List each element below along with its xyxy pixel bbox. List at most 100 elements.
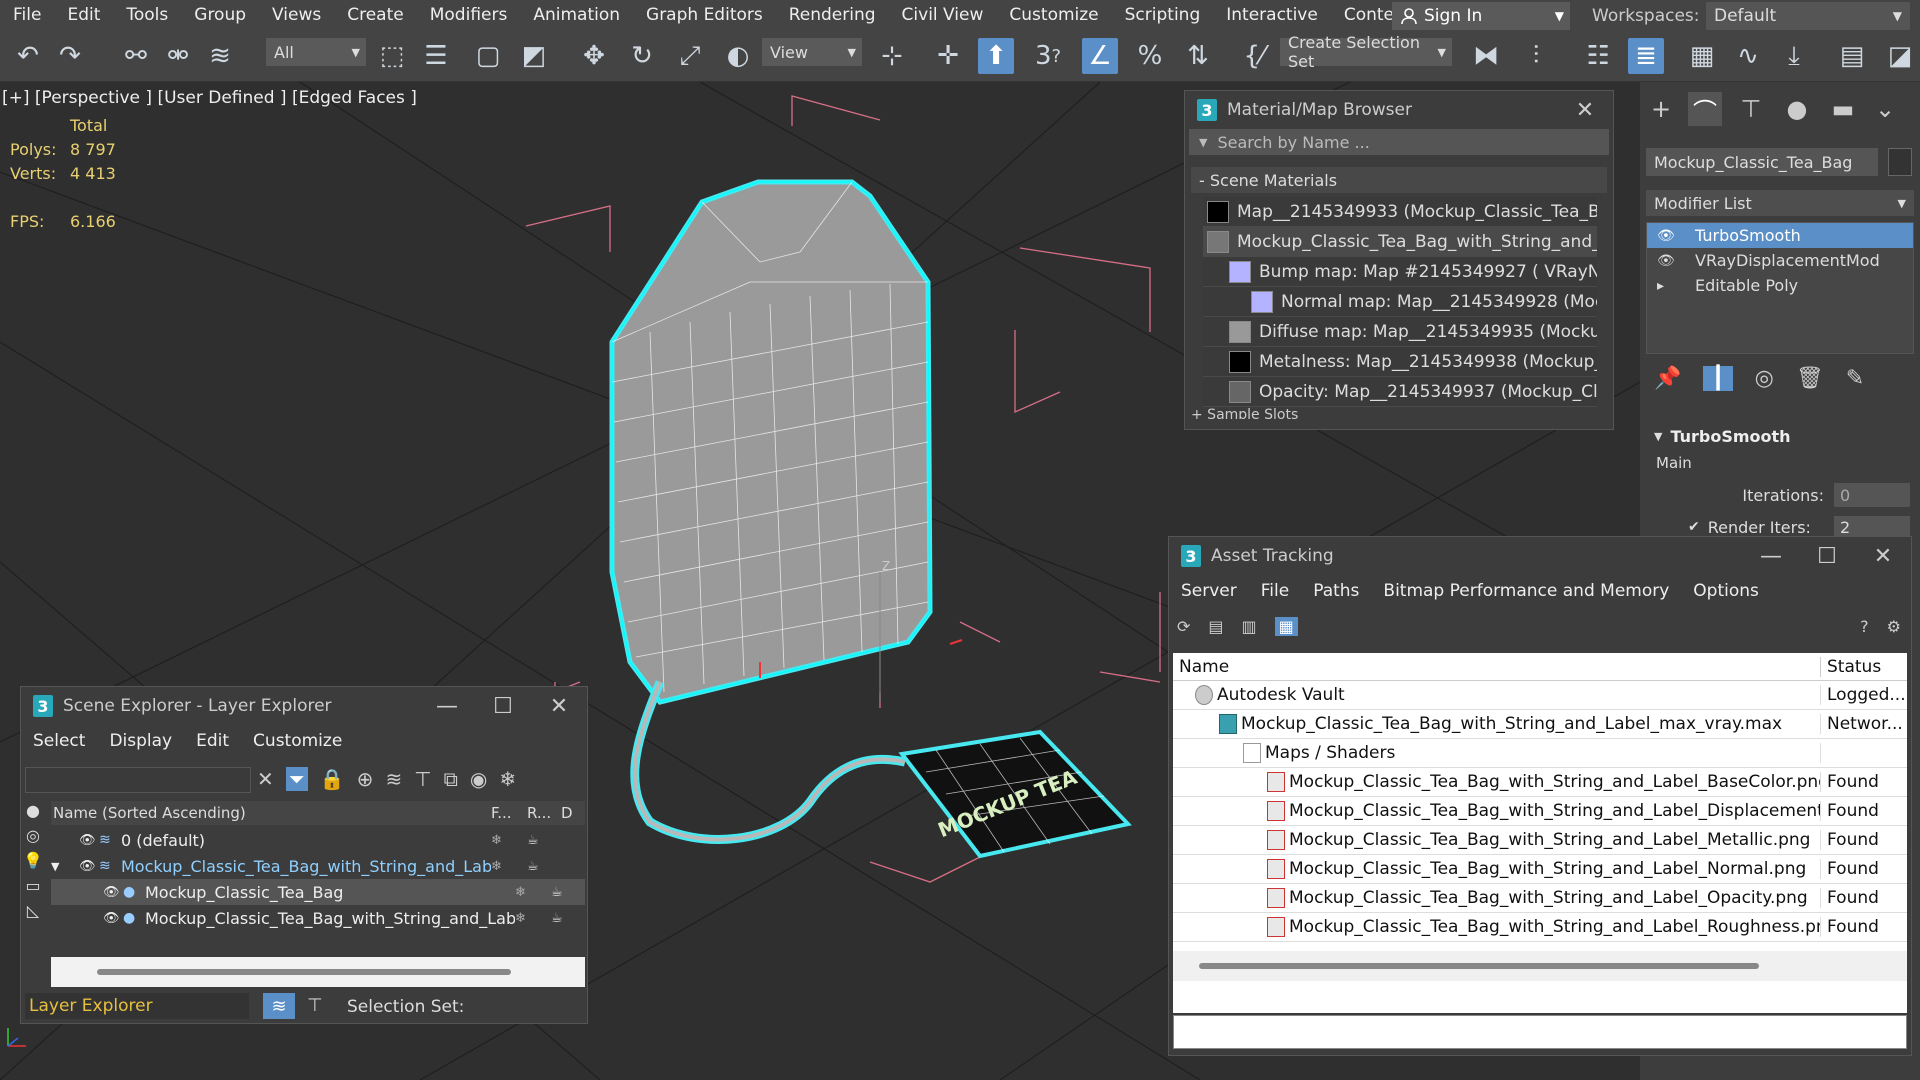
renderable-icon[interactable]: ☕ [527,859,561,874]
close-icon[interactable]: ✕ [1557,98,1613,123]
menu-item-rendering[interactable]: Rendering [776,5,889,25]
display-tab-icon[interactable]: ▬ [1826,92,1860,126]
modifier-stack-item[interactable]: ▸ Editable Poly [1647,273,1913,298]
asset-tracking-menu-server[interactable]: Server [1169,581,1249,601]
asset-path-field[interactable] [1173,1015,1907,1049]
turbosmooth-rollout-header[interactable]: ▼ TurboSmooth [1646,424,1914,448]
renderable-icon[interactable]: ☕ [551,885,585,900]
mirror-icon[interactable]: ⧓ [1468,38,1504,74]
filter-icon[interactable]: ⏷ [285,767,308,791]
remove-modifier-icon[interactable]: 🗑 [1796,366,1824,391]
render-setup-icon[interactable]: ◪ [1882,38,1918,74]
modify-tab-icon[interactable]: ⌒ [1688,92,1722,126]
material-row[interactable]: Normal map: Map__2145349928 (Mockup... [1203,287,1597,317]
asset-tracking-menu-paths[interactable]: Paths [1301,581,1371,601]
display-shapes-icon[interactable]: ◎ [26,826,40,845]
horizontal-scrollbar[interactable] [1199,963,1759,969]
material-browser-titlebar[interactable]: 3 Material/Map Browser ✕ [1185,91,1613,129]
workspaces-dropdown[interactable]: Default ▼ [1706,2,1910,30]
hierarchy-icon[interactable]: ⊤ [414,767,431,791]
asset-tracking-menu-bitmap-performance-and-memory[interactable]: Bitmap Performance and Memory [1371,581,1681,601]
scene-explorer-row[interactable]: 👁 ● Mockup_Classic_Tea_Bag_with_String_and… [51,905,585,931]
maximize-icon[interactable]: ☐ [475,694,531,719]
create-tab-icon[interactable]: + [1644,92,1678,126]
lock-icon[interactable]: 🔒 [320,767,345,791]
scene-explorer-menu-edit[interactable]: Edit [184,731,241,751]
expand-arrow-icon[interactable]: ▸ [1657,278,1677,294]
menu-item-tools[interactable]: Tools [113,5,181,25]
list-view-icon[interactable]: ▤ [1208,617,1223,636]
display-lights-icon[interactable]: 💡 [23,851,43,870]
column-name-header[interactable]: Name [1173,656,1821,677]
modifier-stack-item[interactable]: 👁 TurboSmooth [1647,223,1913,248]
asset-tracking-titlebar[interactable]: 3 Asset Tracking — ☐ ✕ [1169,537,1911,575]
minimize-icon[interactable]: — [1743,544,1799,569]
iterations-spinner[interactable]: 0 [1834,483,1910,507]
minimize-icon[interactable]: — [419,694,475,719]
asset-table-body[interactable]: Autodesk Vault Logged... Mockup_Classic_Te… [1173,681,1907,942]
select-object-icon[interactable]: ⬚ [374,38,410,74]
rotate-icon[interactable]: ↻ [624,38,660,74]
asset-tracking-menu-options[interactable]: Options [1681,581,1771,601]
menu-item-customize[interactable]: Customize [996,5,1111,25]
asset-row[interactable]: Mockup_Classic_Tea_Bag_with_String_and_L… [1173,884,1907,913]
toggle-layer-explorer-icon[interactable]: ≣ [1628,38,1664,74]
material-row[interactable]: Opacity: Map__2145349937 (Mockup_Class..… [1203,377,1597,407]
column-status-header[interactable]: Status [1821,657,1881,677]
object-color-swatch[interactable] [1888,148,1912,176]
material-search-box[interactable]: ▼ Search by Name ... [1189,129,1609,155]
material-row[interactable]: Bump map: Map #2145349927 ( VRayNor... [1203,257,1597,287]
render-iters-checkbox[interactable]: ✔ [1688,519,1700,535]
menu-item-group[interactable]: Group [181,5,259,25]
move-icon[interactable]: ✥ [576,38,612,74]
named-selection-set-dropdown[interactable]: Create Selection Set ▼ [1280,33,1452,71]
freeze-icon[interactable]: ❄ [491,859,527,874]
renderable-icon[interactable]: ☕ [551,911,585,926]
display-cameras-icon[interactable]: ▭ [25,876,40,895]
asset-row[interactable]: Maps / Shaders [1173,739,1907,768]
display-helpers-icon[interactable]: ◺ [27,901,39,920]
motion-tab-icon[interactable]: ● [1780,92,1814,126]
refresh-icon[interactable]: ⟳ [1177,617,1190,636]
freeze-icon[interactable]: ❄ [491,833,527,848]
menu-item-file[interactable]: File [0,5,54,25]
scene-explorer-row[interactable]: ▼ 👁 ≋ Mockup_Classic_Tea_Bag_with_String_an… [51,853,585,879]
menu-item-graph-editors[interactable]: Graph Editors [633,5,776,25]
reference-coordinate-dropdown[interactable]: View ▼ [762,38,862,66]
show-end-result-icon[interactable]: ┃ [1703,365,1733,391]
sample-slots-header[interactable]: + Sample Slots [1191,407,1613,419]
settings-icon[interactable]: ⚙ [1887,617,1901,636]
asset-table-scroll-area[interactable] [1173,951,1907,981]
column-name-header[interactable]: Name (Sorted Ascending) [51,804,491,822]
align-icon[interactable]: ⫶ [1518,38,1554,74]
unlink-icon[interactable]: ⚮ [160,38,196,74]
menu-item-animation[interactable]: Animation [520,5,633,25]
redo-icon[interactable]: ↷ [52,38,88,74]
column-freeze-header[interactable]: F... [491,804,527,822]
eye-icon[interactable]: 👁 [79,859,99,874]
horizontal-scrollbar[interactable] [97,969,511,975]
layer-explorer-dropdown[interactable]: Layer Explorer [25,993,249,1019]
asset-row[interactable]: Mockup_Classic_Tea_Bag_with_String_and_L… [1173,768,1907,797]
expand-arrow-icon[interactable]: ▼ [51,860,67,873]
layers-icon[interactable]: ≋ [385,767,402,791]
eye-icon[interactable]: 👁 [79,833,99,848]
modifier-stack-item[interactable]: 👁 VRayDisplacementMod [1647,248,1913,273]
keyboard-shortcut-override-icon[interactable]: ⬆ [978,38,1014,74]
percent-snap-icon[interactable]: % [1132,38,1168,74]
eye-icon[interactable]: 👁 [1657,228,1677,244]
menu-item-scripting[interactable]: Scripting [1112,5,1214,25]
select-manipulate-icon[interactable]: ✛ [930,38,966,74]
scene-materials-list[interactable]: Map__2145349933 (Mockup_Classic_Tea_Bag_… [1203,197,1597,407]
menu-item-interactive[interactable]: Interactive [1213,5,1331,25]
scene-explorer-menu-display[interactable]: Display [97,731,184,751]
toggle-ribbon-icon[interactable]: ▦ [1684,38,1720,74]
display-geometry-icon[interactable]: ● [26,801,40,820]
menu-item-modifiers[interactable]: Modifiers [417,5,521,25]
close-icon[interactable]: ✕ [1855,544,1911,569]
clear-search-icon[interactable]: ✕ [257,767,274,791]
snaps-toggle-icon[interactable]: 3? [1030,38,1066,74]
column-render-header[interactable]: R... [527,804,561,822]
close-icon[interactable]: ✕ [531,694,587,719]
scene-explorer-tree[interactable]: 👁 ≋ 0 (default) ❄ ☕ ▼ 👁 ≋ Mockup_Classic_Tea_Bag… [51,827,585,957]
